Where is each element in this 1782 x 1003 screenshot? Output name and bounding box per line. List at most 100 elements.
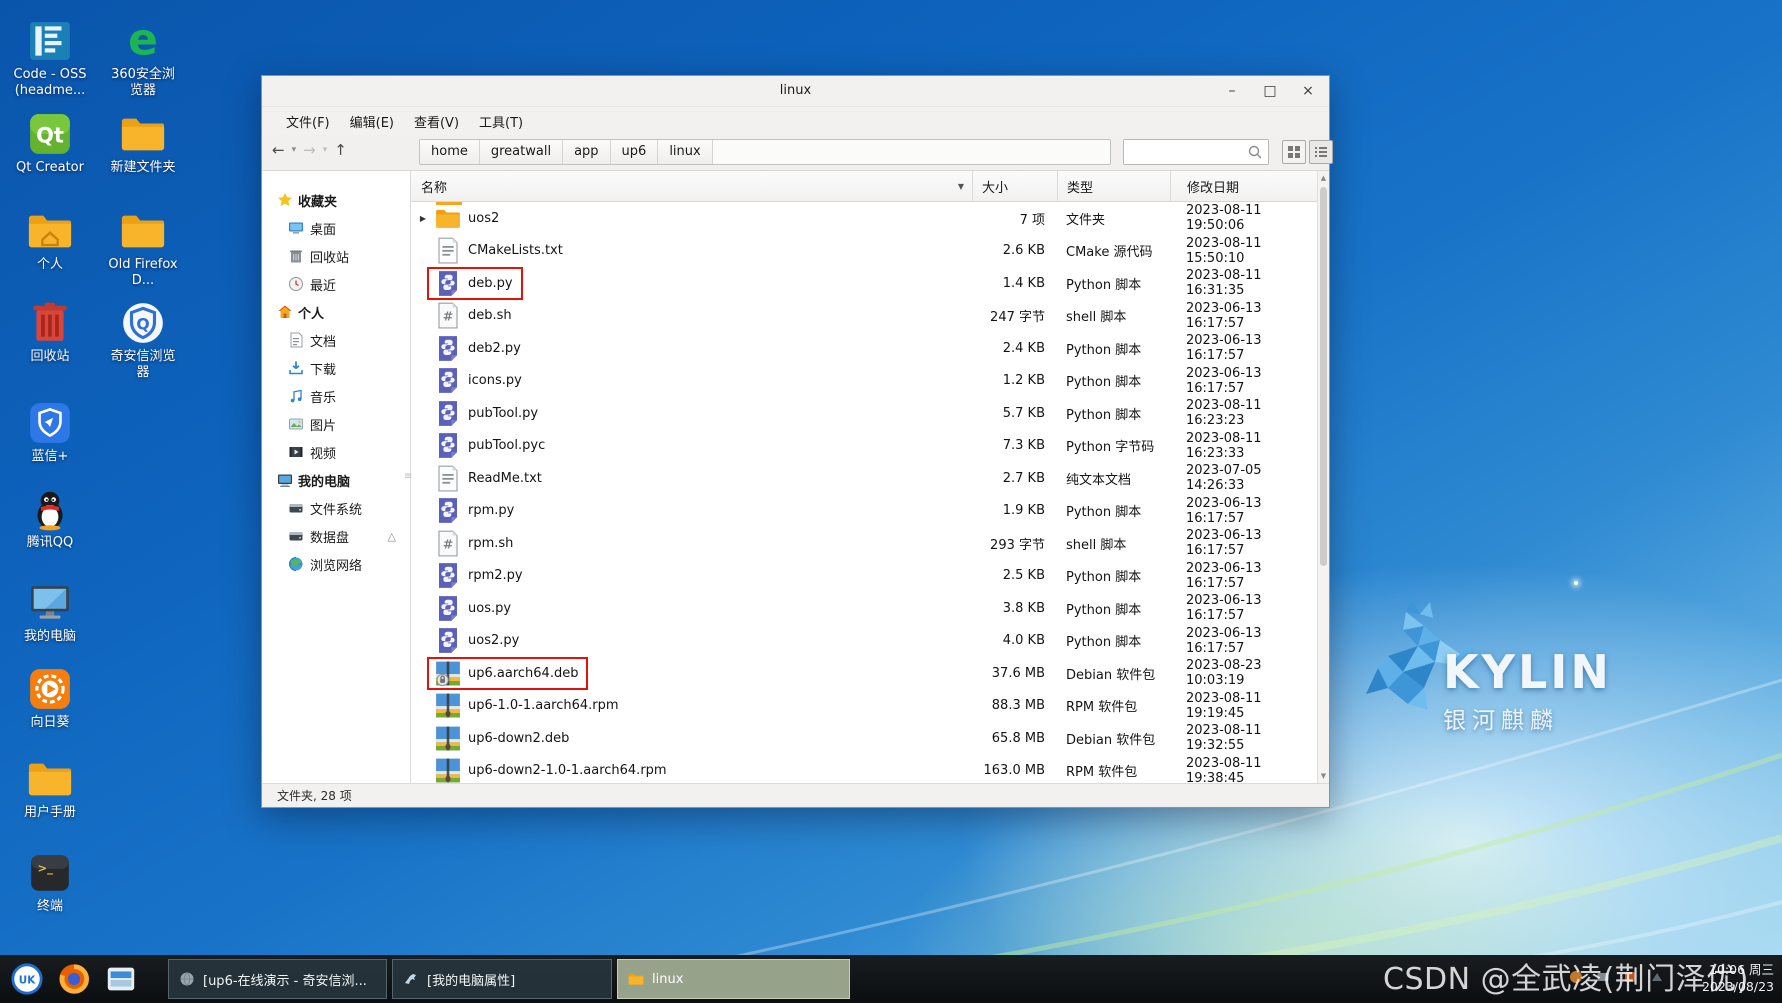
sidebar-item-documents[interactable]: 文档 — [262, 326, 410, 354]
scrollbar-thumb[interactable] — [1320, 187, 1327, 566]
file-size: 4.0 KB — [972, 633, 1057, 648]
menu-view[interactable]: 查看(V) — [404, 109, 469, 134]
file-row[interactable]: up6-down2-1.0-1.aarch64.rpm163.0 MBRPM 软… — [411, 755, 1317, 784]
taskbar-start-button[interactable]: UK — [7, 959, 47, 999]
breadcrumb-app[interactable]: app — [563, 140, 610, 164]
splitter-grip[interactable]: ≡ — [404, 471, 412, 482]
taskbar-file-manager-button[interactable] — [101, 959, 141, 999]
file-size: 247 字节 — [972, 306, 1057, 325]
scroll-up-icon[interactable]: ▲ — [1318, 172, 1329, 184]
task-button-linux-folder[interactable]: linux — [617, 959, 850, 999]
scroll-down-icon[interactable]: ▼ — [1318, 770, 1329, 782]
sidebar-item-downloads[interactable]: 下载 — [262, 354, 410, 382]
file-modified: 2023-06-13 16:17:57 — [1170, 333, 1317, 363]
desktop-icon-qianxin-browser[interactable]: Q奇安信浏览器 — [100, 300, 186, 382]
file-row[interactable]: ▶uos27 项文件夹2023-08-11 19:50:06 — [411, 202, 1317, 235]
file-row[interactable]: deb2.py2.4 KBPython 脚本2023-06-13 16:17:5… — [411, 332, 1317, 365]
breadcrumb-up6[interactable]: up6 — [611, 140, 659, 164]
breadcrumb-greatwall[interactable]: greatwall — [480, 140, 563, 164]
taskbar-firefox-button[interactable] — [54, 959, 94, 999]
sidebar-section-my-computer[interactable]: 我的电脑 — [262, 466, 410, 494]
vertical-scrollbar[interactable]: ▲ ▼ — [1317, 171, 1329, 783]
file-name: CMakeLists.txt — [468, 243, 563, 258]
file-row[interactable]: uos2.py4.0 KBPython 脚本2023-06-13 16:17:5… — [411, 625, 1317, 658]
menu-edit[interactable]: 编辑(E) — [340, 109, 404, 134]
sidebar-section-personal[interactable]: 个人 — [262, 298, 410, 326]
file-row[interactable]: up6-1.0-1.aarch64.rpm88.3 MBRPM 软件包2023-… — [411, 690, 1317, 723]
network-icon — [288, 556, 304, 572]
expander-icon[interactable]: ▶ — [417, 214, 429, 223]
maximize-button[interactable]: □ — [1251, 76, 1289, 106]
file-name: rpm2.py — [468, 568, 523, 583]
desktop-icon-recycle-bin[interactable]: 回收站 — [7, 300, 93, 365]
file-row[interactable]: icons.py1.2 KBPython 脚本2023-06-13 16:17:… — [411, 365, 1317, 398]
csdn-watermark: CSDN @全武凌(荆门泽优) — [1383, 954, 1749, 998]
file-row[interactable]: #rpm.sh293 字节shell 脚本2023-06-13 16:17:57 — [411, 527, 1317, 560]
file-name-cell: pubTool.py — [429, 400, 538, 427]
desktop-icon-user-manual[interactable]: 用户手册 — [7, 756, 93, 821]
folder-icon — [120, 111, 166, 157]
sidebar-item-desktop[interactable]: 桌面 — [262, 214, 410, 242]
forward-button[interactable]: → — [303, 141, 316, 159]
desktop-icon-sunflower[interactable]: 向日葵 — [7, 666, 93, 731]
menu-file[interactable]: 文件(F) — [276, 109, 340, 134]
sidebar-section-label: 个人 — [298, 303, 324, 322]
desktop-icon-new-folder[interactable]: 新建文件夹 — [100, 111, 186, 176]
file-row[interactable]: rpm2.py2.5 KBPython 脚本2023-06-13 16:17:5… — [411, 560, 1317, 593]
desktop-icon-tencent-qq[interactable]: 腾讯QQ — [7, 486, 93, 551]
sidebar-item-data-disk[interactable]: 数据盘△ — [262, 522, 410, 550]
desktop-icon-old-firefox[interactable]: Old Firefox D... — [100, 208, 186, 290]
desktop-icon-personal[interactable]: 个人 — [7, 208, 93, 273]
back-button[interactable]: ← — [272, 141, 285, 159]
task-button-label: linux — [652, 972, 683, 987]
desktop-icon-qt-creator[interactable]: QtQt Creator — [7, 111, 93, 176]
task-button-computer-properties[interactable]: [我的电脑属性] — [392, 959, 612, 999]
desktop-icon-lanxin[interactable]: 蓝信+ — [7, 400, 93, 465]
file-row[interactable]: pubTool.py5.7 KBPython 脚本2023-08-11 16:2… — [411, 397, 1317, 430]
sidebar-item-music[interactable]: 音乐 — [262, 382, 410, 410]
file-row[interactable]: deb.py1.4 KBPython 脚本2023-08-11 16:31:35 — [411, 267, 1317, 300]
file-row[interactable]: pubTool.pyc7.3 KBPython 字节码2023-08-11 16… — [411, 430, 1317, 463]
file-name: deb2.py — [468, 341, 521, 356]
breadcrumb-linux[interactable]: linux — [658, 140, 712, 164]
sidebar-item-videos[interactable]: 视频 — [262, 438, 410, 466]
sidebar-item-filesystem[interactable]: 文件系统 — [262, 494, 410, 522]
window-titlebar[interactable]: linux – □ × — [262, 76, 1329, 107]
desktop-icon-code-oss[interactable]: Code - OSS (headme... — [7, 18, 93, 100]
file-row[interactable]: uos.py3.8 KBPython 脚本2023-06-13 16:17:57 — [411, 592, 1317, 625]
list-view-button[interactable] — [1309, 140, 1333, 164]
file-row[interactable]: rpm.py1.9 KBPython 脚本2023-06-13 16:17:57 — [411, 495, 1317, 528]
close-button[interactable]: × — [1289, 76, 1327, 106]
menu-tools[interactable]: 工具(T) — [469, 109, 533, 134]
file-name-cell: ReadMe.txt — [429, 465, 542, 492]
file-modified: 2023-08-11 19:50:06 — [1170, 203, 1317, 233]
file-modified: 2023-06-13 16:17:57 — [1170, 561, 1317, 591]
back-history-dropdown-icon[interactable]: ▾ — [292, 145, 297, 155]
minimize-button[interactable]: – — [1213, 76, 1251, 106]
sidebar-item-recycle-bin[interactable]: 回收站 — [262, 242, 410, 270]
file-modified: 2023-08-11 15:50:10 — [1170, 236, 1317, 266]
desktop-icon-360-browser[interactable]: e360安全浏览器 — [100, 18, 186, 100]
up-button[interactable]: ↑ — [334, 141, 347, 159]
file-row[interactable]: up6-down2.deb65.8 MBDebian 软件包2023-08-11… — [411, 722, 1317, 755]
file-type: Python 脚本 — [1057, 339, 1170, 358]
column-header-name[interactable]: 名称 ▼ — [411, 171, 972, 201]
sidebar-item-recent[interactable]: 最近 — [262, 270, 410, 298]
desktop-icon-my-computer[interactable]: 我的电脑 — [7, 580, 93, 645]
sidebar-item-pictures[interactable]: 图片 — [262, 410, 410, 438]
icon-view-button[interactable] — [1282, 140, 1306, 164]
eject-icon[interactable]: △ — [388, 530, 396, 543]
sidebar-section-favorites[interactable]: 收藏夹 — [262, 186, 410, 214]
file-row[interactable]: #deb.sh247 字节shell 脚本2023-06-13 16:17:57 — [411, 300, 1317, 333]
column-header-size[interactable]: 大小 — [972, 171, 1057, 201]
column-header-type[interactable]: 类型 — [1057, 171, 1170, 201]
file-row[interactable]: CMakeLists.txt2.6 KBCMake 源代码2023-08-11 … — [411, 235, 1317, 268]
file-row[interactable]: up6.aarch64.deb37.6 MBDebian 软件包2023-08-… — [411, 657, 1317, 690]
sidebar-item-network[interactable]: 浏览网络 — [262, 550, 410, 578]
forward-history-dropdown-icon[interactable]: ▾ — [323, 145, 328, 155]
column-header-modified[interactable]: 修改日期 — [1170, 171, 1317, 201]
desktop-icon-terminal[interactable]: >_终端 — [7, 850, 93, 915]
breadcrumb-home[interactable]: home — [420, 140, 480, 164]
file-row[interactable]: ReadMe.txt2.7 KB纯文本文档2023-07-05 14:26:33 — [411, 462, 1317, 495]
task-button-browser-demo[interactable]: [up6-在线演示 - 奇安信浏... — [168, 959, 387, 999]
